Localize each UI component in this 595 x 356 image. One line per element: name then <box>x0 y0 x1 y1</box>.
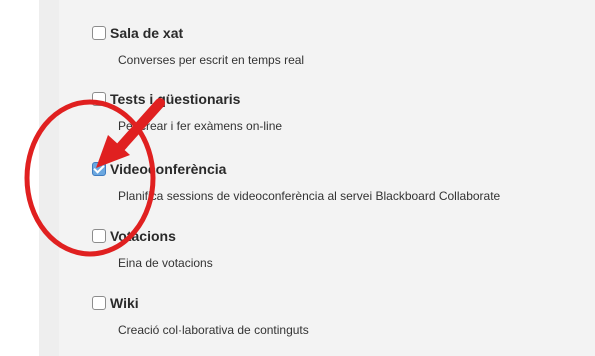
tool-title: Wiki <box>110 295 139 311</box>
tool-item-wiki: Wiki Creació col·laborativa de contingut… <box>92 292 592 337</box>
tool-item-votes: Votacions Eina de votacions <box>92 225 592 270</box>
tool-item-chat: Sala de xat Converses per escrit en temp… <box>92 22 592 67</box>
tool-description: Creació col·laborativa de continguts <box>118 323 309 337</box>
tool-header: Videoconferència <box>92 158 592 180</box>
tool-checkbox[interactable] <box>92 26 106 40</box>
tool-title: Votacions <box>110 228 176 244</box>
tool-checkbox-checked[interactable] <box>92 162 106 176</box>
tool-header: Wiki <box>92 292 592 314</box>
tool-checkbox[interactable] <box>92 229 106 243</box>
tool-title: Videoconferència <box>110 161 227 177</box>
tool-item-tests: Tests i qüestionaris Per crear i fer exà… <box>92 88 592 133</box>
tool-header: Votacions <box>92 225 592 247</box>
tool-description: Converses per escrit en temps real <box>118 53 305 67</box>
tool-title: Tests i qüestionaris <box>110 91 241 107</box>
tool-item-videoconference: Videoconferència Planifica sessions de v… <box>92 158 592 203</box>
tool-header: Sala de xat <box>92 22 592 44</box>
tool-checkbox[interactable] <box>92 296 106 310</box>
tool-checkbox[interactable] <box>92 92 106 106</box>
tool-header: Tests i qüestionaris <box>92 88 592 110</box>
tool-description: Per crear i fer exàmens on-line <box>118 119 283 133</box>
screenshot-frame: Sala de xat Converses per escrit en temp… <box>0 0 595 356</box>
left-rail <box>39 0 59 356</box>
tool-description: Planifica sessions de videoconferència a… <box>118 189 501 203</box>
tool-title: Sala de xat <box>110 25 184 41</box>
tool-description: Eina de votacions <box>118 256 213 270</box>
